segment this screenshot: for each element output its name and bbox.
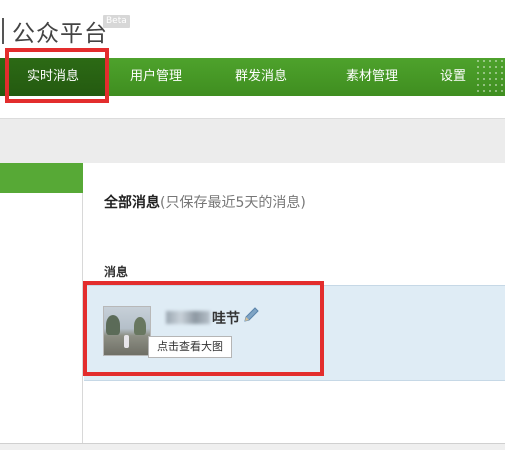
retention-note: (只保存最近5天的消息)	[160, 195, 306, 211]
nav-decoration	[475, 58, 505, 96]
messages-column-header: 消息	[104, 265, 129, 279]
header-divider	[2, 18, 4, 44]
sidebar	[0, 163, 83, 443]
nav-item-mass-messages[interactable]: 群发消息	[206, 58, 316, 96]
sidebar-item-active[interactable]	[0, 163, 83, 193]
beta-badge: Beta	[103, 15, 130, 28]
page-title-text: 全部消息	[104, 195, 160, 211]
nav-item-settings[interactable]: 设置	[428, 58, 478, 96]
annotation-box-message	[83, 281, 324, 376]
toolbar-band	[0, 118, 505, 163]
app-title: 公众平台	[12, 21, 108, 47]
nav-item-material-management[interactable]: 素材管理	[316, 58, 428, 96]
bottom-scroll-strip	[0, 443, 505, 450]
annotation-box-nav	[5, 48, 109, 103]
page-title: 全部消息(只保存最近5天的消息)	[104, 192, 306, 212]
nav-item-user-management[interactable]: 用户管理	[106, 58, 206, 96]
